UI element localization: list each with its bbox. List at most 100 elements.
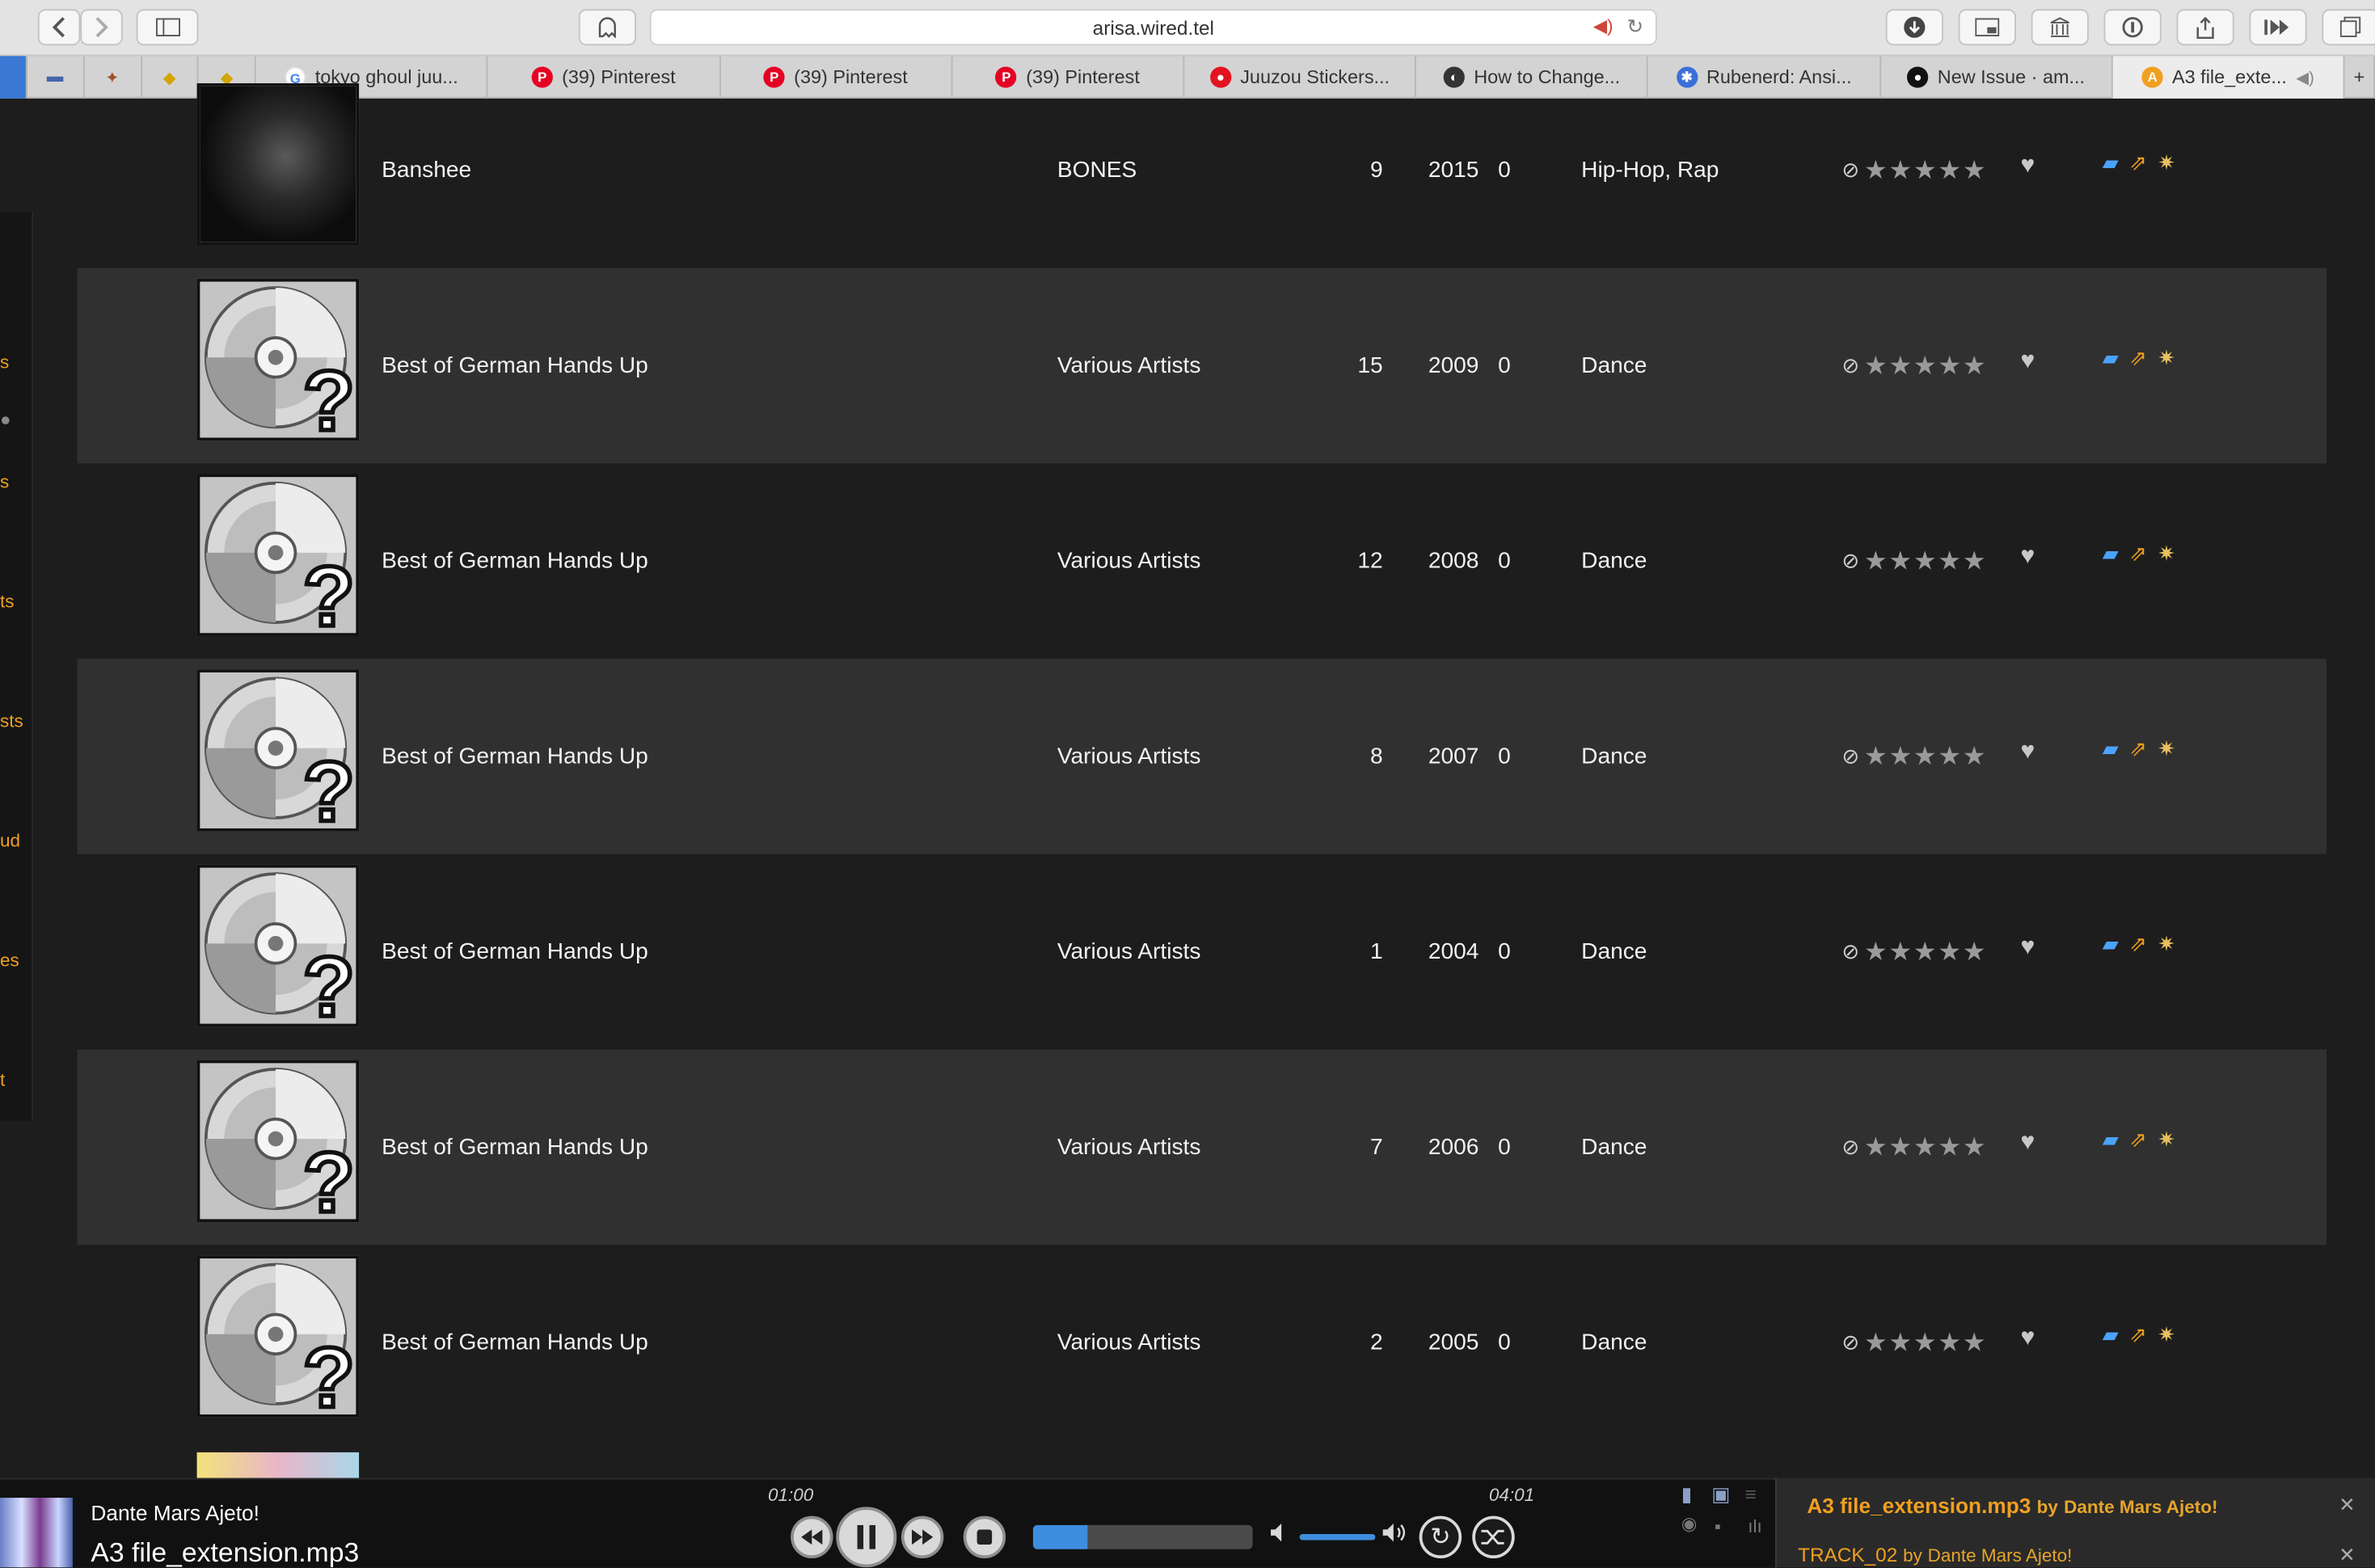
- star-icon[interactable]: ★: [1864, 939, 1888, 965]
- image-icon[interactable]: ▣: [1711, 1482, 1730, 1507]
- gear-icon[interactable]: ✷: [2158, 736, 2175, 762]
- ghostery-button[interactable]: [578, 9, 636, 46]
- close-icon[interactable]: ✕: [2339, 1543, 2355, 1567]
- picture-in-picture-button[interactable]: [1958, 9, 2016, 46]
- equalizer-icon[interactable]: ılı: [1748, 1516, 1762, 1537]
- next-button[interactable]: [901, 1515, 944, 1559]
- star-icon[interactable]: ★: [1888, 939, 1912, 965]
- gear-icon[interactable]: ✷: [2158, 931, 2175, 957]
- song-genre[interactable]: Dance: [1581, 659, 1647, 854]
- star-icon[interactable]: ★: [1888, 1134, 1912, 1160]
- downloads-button[interactable]: [1885, 9, 1943, 46]
- comment-icon[interactable]: ▰: [2103, 736, 2119, 762]
- song-title[interactable]: Best of German Hands Up: [382, 1049, 648, 1245]
- star-icon[interactable]: ★: [1888, 353, 1912, 379]
- share-icon[interactable]: ⇗: [2129, 1127, 2147, 1153]
- star-icon[interactable]: ★: [1963, 744, 1986, 769]
- album-art[interactable]: ?: [196, 1255, 360, 1418]
- star-icon[interactable]: ★: [1864, 744, 1888, 769]
- previous-button[interactable]: [791, 1515, 833, 1559]
- star-icon[interactable]: ★: [1888, 744, 1912, 769]
- star-icon[interactable]: ★: [1864, 1134, 1888, 1160]
- song-row[interactable]: ? Best of German Hands Up Various Artists 1…: [77, 268, 2327, 464]
- pinned-tab-1[interactable]: [0, 56, 27, 99]
- pause-button[interactable]: [836, 1507, 897, 1568]
- album-art-partial[interactable]: [196, 1452, 360, 1480]
- sidebar-item[interactable]: ud: [0, 830, 20, 851]
- gear-icon[interactable]: ✷: [2158, 345, 2175, 371]
- star-icon[interactable]: ★: [1963, 158, 1986, 183]
- new-tab-button[interactable]: +: [2345, 56, 2375, 99]
- song-row[interactable]: ? Best of German Hands Up Various Artists 2…: [78, 1245, 2326, 1440]
- star-icon[interactable]: ★: [1963, 1330, 1986, 1355]
- gear-icon[interactable]: ✷: [2158, 1127, 2175, 1153]
- star-icon[interactable]: ★: [1888, 158, 1912, 183]
- star-icon[interactable]: ★: [1913, 1134, 1937, 1160]
- comment-icon[interactable]: ▰: [2103, 1322, 2119, 1348]
- comment-icon[interactable]: ▰: [2103, 1127, 2119, 1153]
- song-genre[interactable]: Dance: [1581, 854, 1647, 1050]
- song-row[interactable]: ? Best of German Hands Up Various Artists 8…: [77, 659, 2327, 854]
- stop-button[interactable]: [963, 1515, 1006, 1559]
- comment-icon[interactable]: ▰: [2103, 150, 2119, 175]
- song-artist[interactable]: Various Artists: [1057, 463, 1201, 659]
- volume-mute-icon[interactable]: [1269, 1522, 1290, 1551]
- star-icon[interactable]: ★: [1963, 939, 1986, 965]
- password-manager-button[interactable]: [2103, 9, 2162, 46]
- song-genre[interactable]: Dance: [1581, 1245, 1647, 1440]
- song-genre[interactable]: Dance: [1581, 463, 1647, 659]
- sidebar-item[interactable]: s: [0, 352, 9, 373]
- eye-icon[interactable]: ◉: [1681, 1513, 1698, 1534]
- volume-max-icon[interactable]: [1382, 1522, 1409, 1551]
- forward-button[interactable]: [80, 9, 123, 46]
- song-genre[interactable]: Dance: [1581, 1049, 1647, 1245]
- favorite-heart-icon[interactable]: ♥: [2021, 1325, 2035, 1352]
- pinned-tab-2[interactable]: ▬: [27, 56, 85, 99]
- media-controls-button[interactable]: [2249, 9, 2307, 46]
- star-icon[interactable]: ★: [1913, 158, 1937, 183]
- no-rating-icon[interactable]: ⊘: [1841, 1134, 1859, 1160]
- share-icon[interactable]: ⇗: [2129, 150, 2147, 175]
- star-icon[interactable]: ★: [1913, 353, 1937, 379]
- album-art[interactable]: ?: [196, 474, 360, 636]
- speaker-icon[interactable]: ◀): [1593, 15, 1614, 36]
- star-icon[interactable]: ★: [1864, 1330, 1888, 1355]
- gear-icon[interactable]: ✷: [2158, 541, 2175, 567]
- star-icon[interactable]: ★: [1913, 1330, 1937, 1355]
- share-button[interactable]: [2176, 9, 2234, 46]
- song-artist[interactable]: Various Artists: [1057, 1245, 1201, 1440]
- address-bar[interactable]: arisa.wired.tel ◀) ↻: [649, 9, 1657, 46]
- star-icon[interactable]: ★: [1913, 744, 1937, 769]
- favorite-heart-icon[interactable]: ♥: [2021, 739, 2035, 766]
- shuffle-button[interactable]: [1472, 1515, 1515, 1559]
- star-icon[interactable]: ★: [1938, 353, 1961, 379]
- sidebar-item[interactable]: es: [0, 950, 19, 971]
- song-genre[interactable]: Dance: [1581, 268, 1647, 464]
- rating[interactable]: ⊘ ★ ★ ★ ★ ★: [1841, 353, 1985, 379]
- star-icon[interactable]: ★: [1938, 939, 1961, 965]
- no-rating-icon[interactable]: ⊘: [1841, 744, 1859, 769]
- favorite-heart-icon[interactable]: ♥: [2021, 153, 2035, 180]
- comment-icon[interactable]: ▰: [2103, 541, 2119, 567]
- library-button[interactable]: [2031, 9, 2089, 46]
- share-icon[interactable]: ⇗: [2129, 1322, 2147, 1348]
- share-icon[interactable]: ⇗: [2129, 736, 2147, 762]
- favorite-heart-icon[interactable]: ♥: [2021, 1130, 2035, 1157]
- star-icon[interactable]: ★: [1938, 548, 1961, 574]
- album-art[interactable]: ?: [196, 864, 360, 1027]
- star-icon[interactable]: ★: [1888, 548, 1912, 574]
- no-rating-icon[interactable]: ⊘: [1841, 1330, 1859, 1355]
- rating[interactable]: ⊘ ★ ★ ★ ★ ★: [1841, 1330, 1985, 1355]
- reload-icon[interactable]: ↻: [1627, 15, 1643, 40]
- song-row[interactable]: Banshee BONES 9 2015 0 Hip-Hop, Rap ⊘ ★ ★ ★ ★ ★ ♥ ▰ ⇗ ✷: [78, 73, 2326, 268]
- now-playing-title[interactable]: A3 file_extension.mp3: [91, 1537, 359, 1567]
- repeat-button[interactable]: ↻: [1419, 1515, 1462, 1559]
- no-rating-icon[interactable]: ⊘: [1841, 353, 1859, 379]
- star-icon[interactable]: ★: [1864, 548, 1888, 574]
- volume-slider[interactable]: [1299, 1534, 1376, 1541]
- sidebar-item[interactable]: sts: [0, 710, 23, 731]
- share-icon[interactable]: ⇗: [2129, 345, 2147, 371]
- rating[interactable]: ⊘ ★ ★ ★ ★ ★: [1841, 158, 1985, 183]
- favorite-heart-icon[interactable]: ♥: [2021, 544, 2035, 571]
- comment-icon[interactable]: ▰: [2103, 345, 2119, 371]
